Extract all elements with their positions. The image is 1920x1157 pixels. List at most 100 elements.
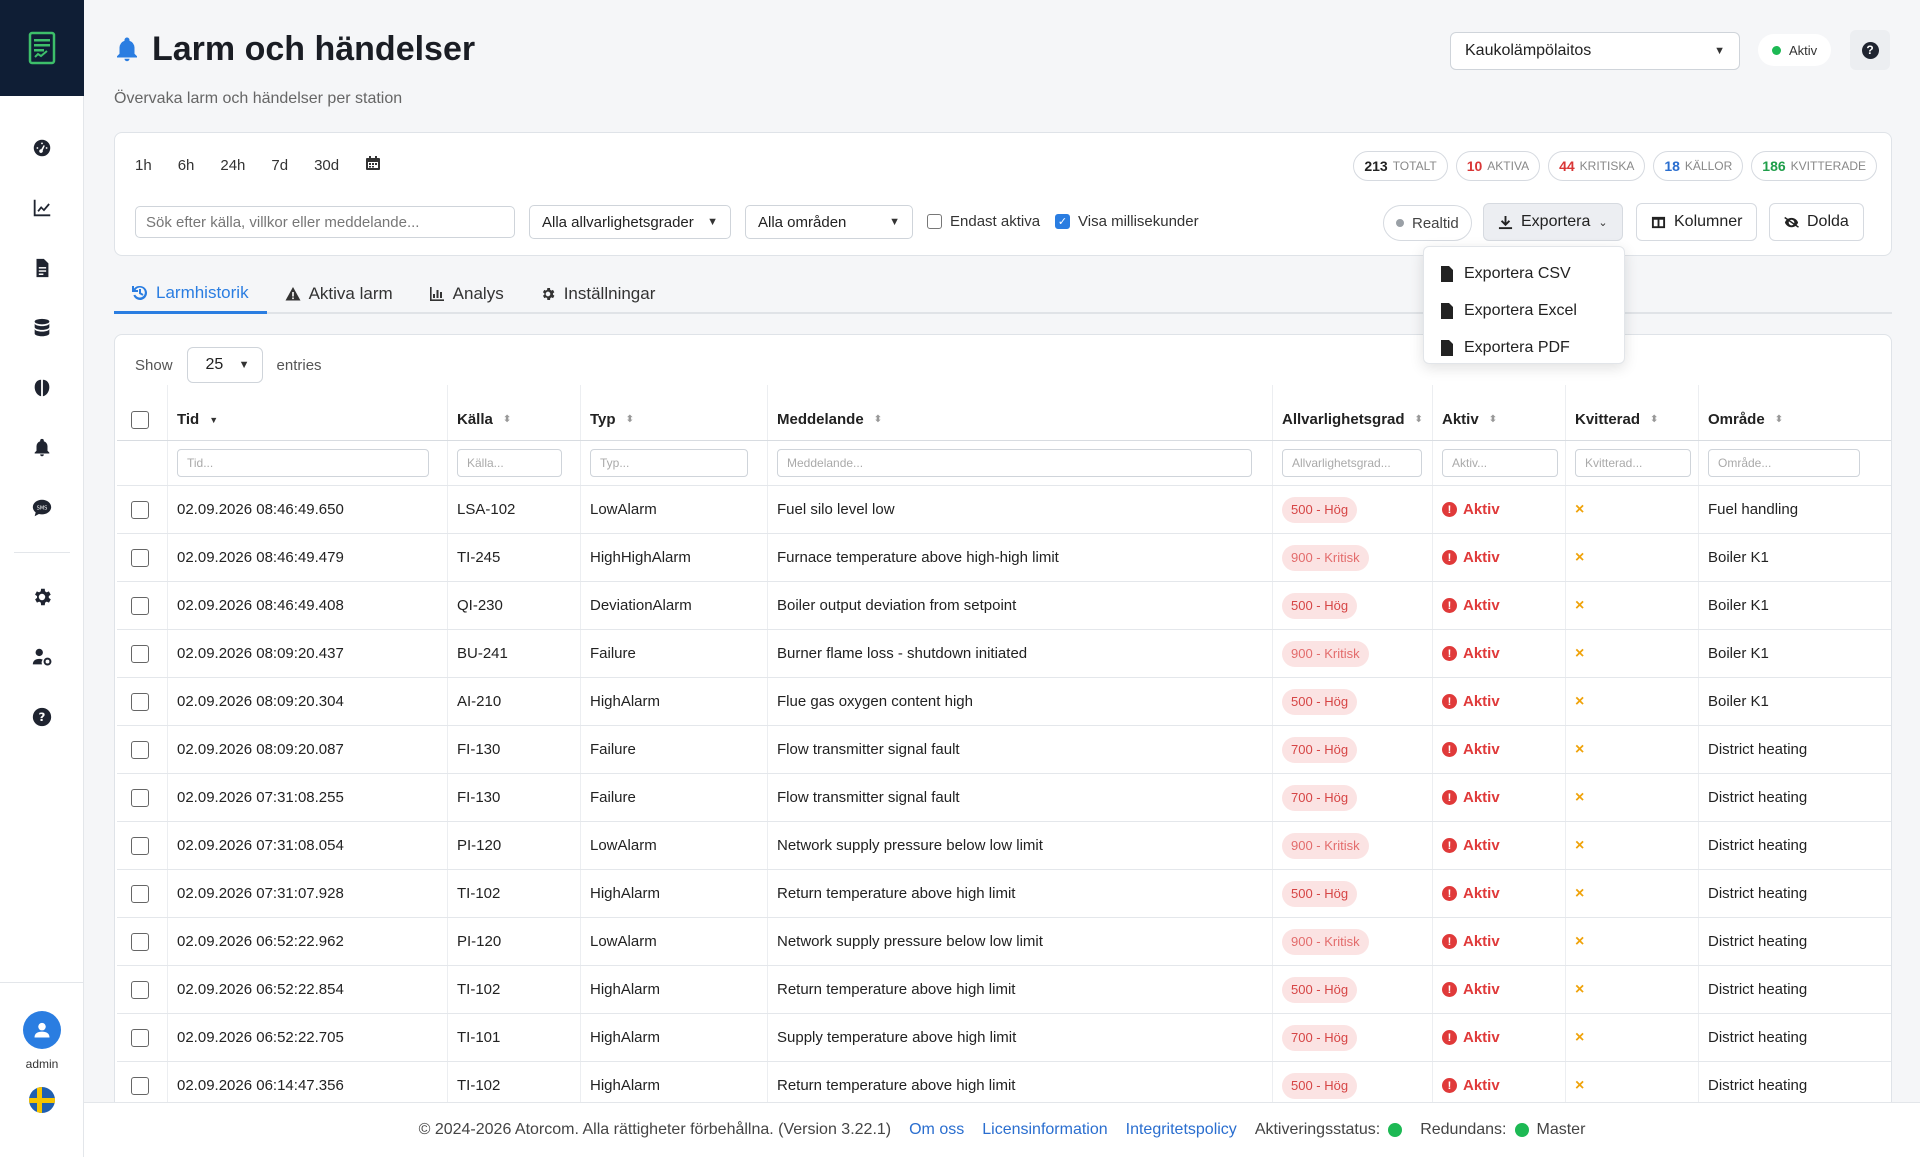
row-checkbox[interactable] bbox=[131, 644, 149, 663]
row-checkbox[interactable] bbox=[131, 596, 149, 615]
tab-installningar[interactable]: Inställningar bbox=[522, 274, 674, 314]
entries-select[interactable]: 25 ▼ bbox=[186, 347, 263, 383]
row-checkbox[interactable] bbox=[131, 740, 149, 759]
count-pill[interactable]: 44 KRITISKA bbox=[1548, 151, 1646, 181]
table-row[interactable]: 02.09.2026 08:09:20.437 BU-241 Failure Burn… bbox=[117, 630, 1891, 678]
show-ms-checkbox[interactable]: ✓ Visa millisekunder bbox=[1055, 213, 1199, 230]
nav-user-settings[interactable] bbox=[0, 627, 84, 687]
sort-icon[interactable]: ⬍ bbox=[1415, 414, 1423, 424]
column-header[interactable]: Typ ⬍ bbox=[590, 385, 634, 440]
row-checkbox[interactable] bbox=[131, 1076, 149, 1095]
row-checkbox[interactable] bbox=[131, 788, 149, 807]
column-filter-input[interactable] bbox=[457, 449, 562, 477]
tab-aktiva-larm[interactable]: Aktiva larm bbox=[267, 274, 411, 314]
table-row[interactable]: 02.09.2026 07:31:07.928 TI-102 HighAlarm Re… bbox=[117, 870, 1891, 918]
time-btn-30d[interactable]: 30d bbox=[314, 157, 339, 174]
column-filter-input[interactable] bbox=[777, 449, 1252, 477]
sort-desc-icon[interactable]: ▼ bbox=[209, 415, 218, 424]
column-header[interactable]: Aktiv ⬍ bbox=[1442, 385, 1497, 440]
column-filter-input[interactable] bbox=[177, 449, 429, 477]
table-row[interactable]: 02.09.2026 06:52:22.854 TI-102 HighAlarm Re… bbox=[117, 966, 1891, 1014]
sort-icon[interactable]: ⬍ bbox=[874, 414, 882, 424]
column-filter-input[interactable] bbox=[1442, 449, 1558, 477]
sort-icon[interactable]: ⬍ bbox=[503, 414, 511, 424]
row-checkbox[interactable] bbox=[131, 980, 149, 999]
column-header[interactable]: Kvitterad ⬍ bbox=[1575, 385, 1658, 440]
nav-reports[interactable] bbox=[0, 238, 84, 298]
table-row[interactable]: 02.09.2026 08:46:49.650 LSA-102 LowAlarm Fu… bbox=[117, 486, 1891, 534]
time-btn-7d[interactable]: 7d bbox=[271, 157, 288, 174]
table-row[interactable]: 02.09.2026 07:31:08.255 FI-130 Failure Flow… bbox=[117, 774, 1891, 822]
privacy-link[interactable]: Integritetspolicy bbox=[1126, 1121, 1237, 1139]
table-row[interactable]: 02.09.2026 08:46:49.479 TI-245 HighHighAla… bbox=[117, 534, 1891, 582]
area-select[interactable]: Alla områden ▼ bbox=[745, 205, 913, 239]
row-checkbox[interactable] bbox=[131, 932, 149, 951]
help-button[interactable]: ? bbox=[1850, 30, 1890, 70]
count-pill[interactable]: 10 AKTIVA bbox=[1455, 151, 1541, 181]
column-header[interactable]: Källa ⬍ bbox=[457, 385, 511, 440]
tab-larmhistorik[interactable]: Larmhistorik bbox=[114, 274, 267, 314]
sort-icon[interactable]: ⬍ bbox=[626, 414, 634, 424]
nav-alarms[interactable] bbox=[0, 418, 84, 478]
count-pill[interactable]: 213 TOTALT bbox=[1353, 151, 1448, 181]
sort-icon[interactable]: ⬍ bbox=[1650, 414, 1658, 424]
column-header[interactable]: Tid ▼ bbox=[177, 385, 218, 440]
time-btn-1h[interactable]: 1h bbox=[135, 157, 152, 174]
checkbox-checked[interactable]: ✓ bbox=[1055, 214, 1070, 229]
nav-settings[interactable] bbox=[0, 567, 84, 627]
column-filter-input[interactable] bbox=[1708, 449, 1860, 477]
table-row[interactable]: 02.09.2026 08:46:49.408 QI-230 DeviationAl… bbox=[117, 582, 1891, 630]
nav-help[interactable]: ? bbox=[0, 687, 84, 747]
realtime-toggle[interactable]: Realtid bbox=[1383, 205, 1472, 241]
row-checkbox[interactable] bbox=[131, 548, 149, 567]
calendar-icon[interactable] bbox=[365, 155, 381, 175]
app-logo[interactable] bbox=[0, 0, 84, 96]
nav-dashboard[interactable] bbox=[0, 118, 84, 178]
station-select[interactable]: Kaukolämpölaitos ▼ bbox=[1450, 32, 1740, 70]
export-pdf-item[interactable]: Exportera PDF bbox=[1424, 329, 1624, 366]
nav-trends[interactable] bbox=[0, 178, 84, 238]
nav-analysis[interactable] bbox=[0, 358, 84, 418]
checkbox-unchecked[interactable] bbox=[927, 214, 942, 229]
column-header-label: Aktiv bbox=[1442, 411, 1479, 428]
table-row[interactable]: 02.09.2026 06:52:22.705 TI-101 HighAlarm Su… bbox=[117, 1014, 1891, 1062]
column-header[interactable]: Meddelande ⬍ bbox=[777, 385, 882, 440]
column-filter-input[interactable] bbox=[1575, 449, 1691, 477]
sort-icon[interactable]: ⬍ bbox=[1489, 414, 1497, 424]
column-filter-input[interactable] bbox=[1282, 449, 1422, 477]
only-active-checkbox[interactable]: Endast aktiva bbox=[927, 213, 1040, 230]
count-pill[interactable]: 18 KÄLLOR bbox=[1653, 151, 1744, 181]
time-btn-6h[interactable]: 6h bbox=[178, 157, 195, 174]
row-checkbox[interactable] bbox=[131, 500, 149, 519]
about-link[interactable]: Om oss bbox=[909, 1121, 964, 1139]
count-pill[interactable]: 186 KVITTERADE bbox=[1751, 151, 1877, 181]
row-checkbox[interactable] bbox=[131, 1028, 149, 1047]
report-logo-icon bbox=[28, 31, 56, 65]
column-filter-input[interactable] bbox=[590, 449, 748, 477]
severity-select[interactable]: Alla allvarlighetsgrader ▼ bbox=[529, 205, 731, 239]
table-row[interactable]: 02.09.2026 08:09:20.087 FI-130 Failure Flow… bbox=[117, 726, 1891, 774]
export-excel-item[interactable]: Exportera Excel bbox=[1424, 292, 1624, 329]
export-button[interactable]: Exportera ⌄ bbox=[1483, 203, 1623, 241]
time-btn-24h[interactable]: 24h bbox=[220, 157, 245, 174]
row-checkbox[interactable] bbox=[131, 692, 149, 711]
hidden-button[interactable]: Dolda bbox=[1769, 203, 1864, 241]
swedish-flag-icon[interactable] bbox=[29, 1087, 55, 1113]
select-all-checkbox[interactable] bbox=[131, 410, 149, 429]
sort-icon[interactable]: ⬍ bbox=[1775, 414, 1783, 424]
table-row[interactable]: 02.09.2026 06:52:22.962 PI-120 LowAlarm Net… bbox=[117, 918, 1891, 966]
column-header[interactable]: Område ⬍ bbox=[1708, 385, 1783, 440]
search-input[interactable] bbox=[135, 206, 515, 238]
columns-button[interactable]: Kolumner bbox=[1636, 203, 1758, 241]
export-csv-item[interactable]: Exportera CSV bbox=[1424, 255, 1624, 292]
table-row[interactable]: 02.09.2026 07:31:08.054 PI-120 LowAlarm Net… bbox=[117, 822, 1891, 870]
row-checkbox[interactable] bbox=[131, 836, 149, 855]
table-row[interactable]: 02.09.2026 08:09:20.304 AI-210 HighAlarm Fl… bbox=[117, 678, 1891, 726]
column-header[interactable]: Allvarlighetsgrad ⬍ bbox=[1282, 385, 1423, 440]
nav-sms[interactable]: SMS bbox=[0, 478, 84, 538]
tab-analys[interactable]: Analys bbox=[411, 274, 522, 314]
license-link[interactable]: Licensinformation bbox=[982, 1121, 1107, 1139]
row-checkbox[interactable] bbox=[131, 884, 149, 903]
nav-database[interactable] bbox=[0, 298, 84, 358]
avatar[interactable] bbox=[23, 1011, 61, 1049]
